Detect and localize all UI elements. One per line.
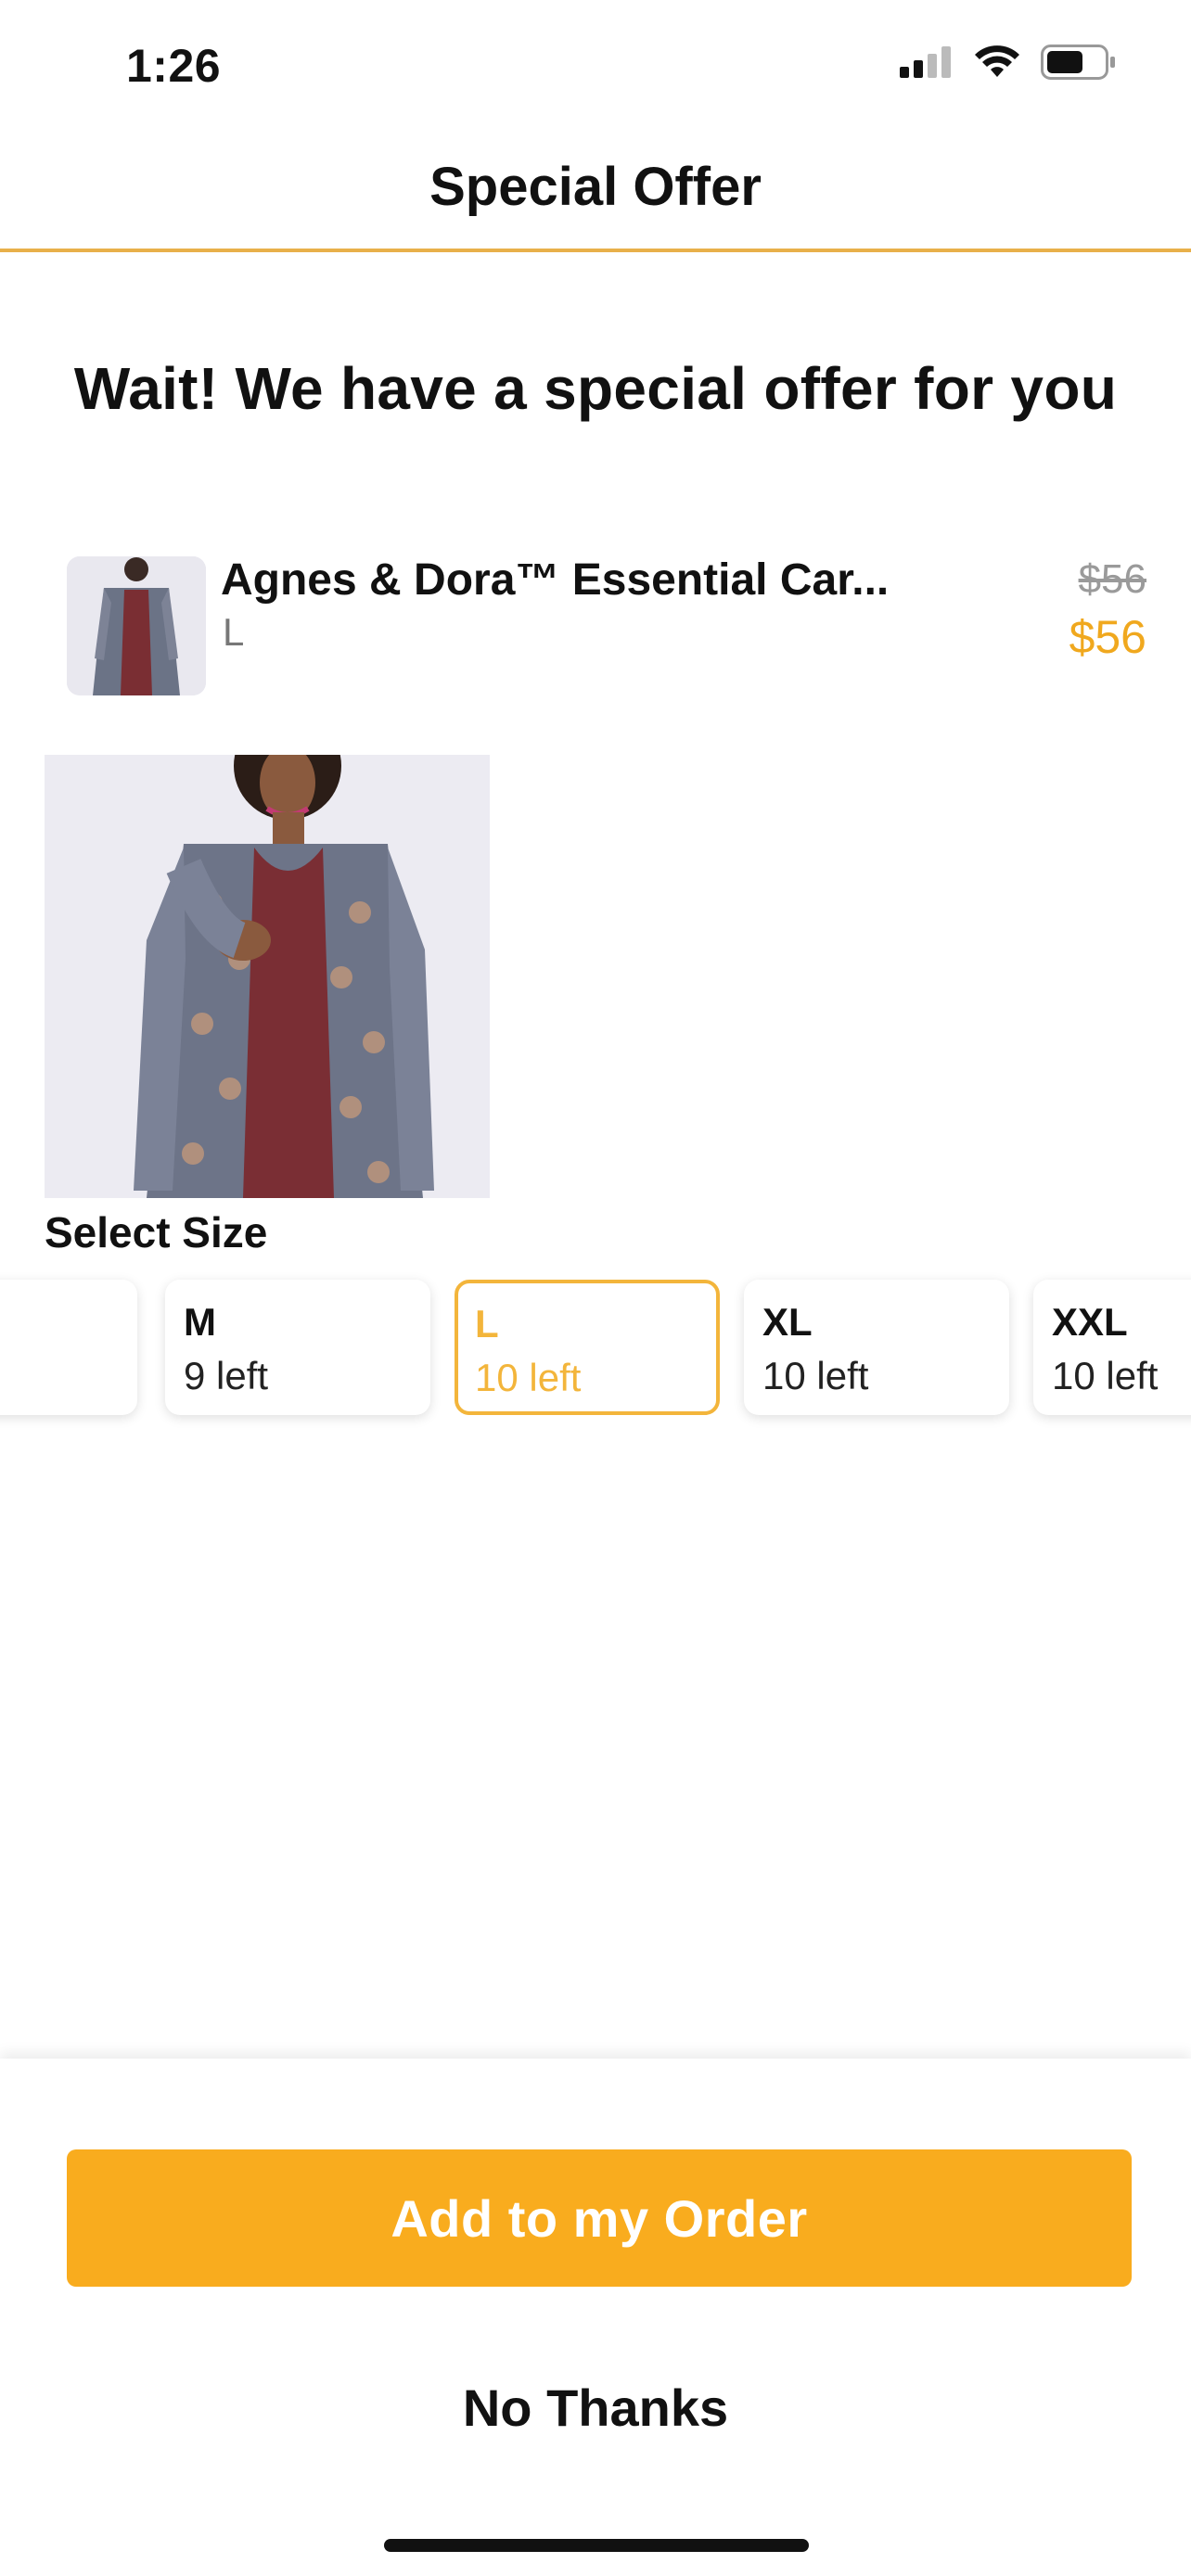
select-size-title: Select Size [45, 1208, 268, 1256]
size-label: M [184, 1300, 216, 1344]
status-time: 1:26 [126, 40, 222, 92]
no-thanks-button[interactable]: No Thanks [0, 2378, 1191, 2438]
nav-bar: Special Offer [0, 130, 1191, 252]
status-bar: 1:26 [0, 0, 1191, 130]
size-label: XXL [1052, 1300, 1128, 1344]
product-image [45, 755, 490, 1198]
size-stock: 10 left [475, 1356, 582, 1399]
wifi-icon [975, 45, 1019, 77]
size-stock: 9 left [184, 1354, 269, 1397]
product-summary: Agnes & Dora™ Essential Car... L $56 $56 [67, 555, 1146, 699]
add-to-order-button[interactable]: Add to my Order [67, 2149, 1132, 2287]
home-indicator[interactable] [384, 2539, 809, 2552]
offer-price: $56 [1069, 611, 1146, 663]
size-option-s[interactable] [0, 1280, 137, 1415]
size-option-m[interactable]: M 9 left [165, 1280, 430, 1415]
battery-icon [1041, 45, 1115, 80]
size-label: XL [762, 1300, 813, 1344]
size-option-xxl[interactable]: XXL 10 left [1033, 1280, 1191, 1415]
size-option-l[interactable]: L 10 left [455, 1280, 720, 1415]
bottom-action-panel: Add to my Order No Thanks [0, 2059, 1191, 2576]
status-icons [900, 45, 1117, 80]
offer-headline: Wait! We have a special offer for you [73, 355, 1118, 422]
size-options: M 9 left L 10 left XL 10 left XXL 10 lef… [0, 1280, 1191, 1419]
original-price: $56 [1078, 556, 1146, 602]
special-offer-screen: 1:26 Special Offer Wait! We have a speci… [0, 0, 1191, 2576]
product-variant: L [223, 610, 245, 654]
product-thumbnail [67, 556, 206, 695]
size-stock: 10 left [762, 1354, 869, 1397]
size-option-xl[interactable]: XL 10 left [744, 1280, 1009, 1415]
size-stock: 10 left [1052, 1354, 1159, 1397]
nav-title: Special Offer [429, 157, 762, 217]
signal-icon [900, 46, 951, 78]
product-name: Agnes & Dora™ Essential Car... [221, 555, 890, 605]
size-label: L [475, 1302, 499, 1345]
